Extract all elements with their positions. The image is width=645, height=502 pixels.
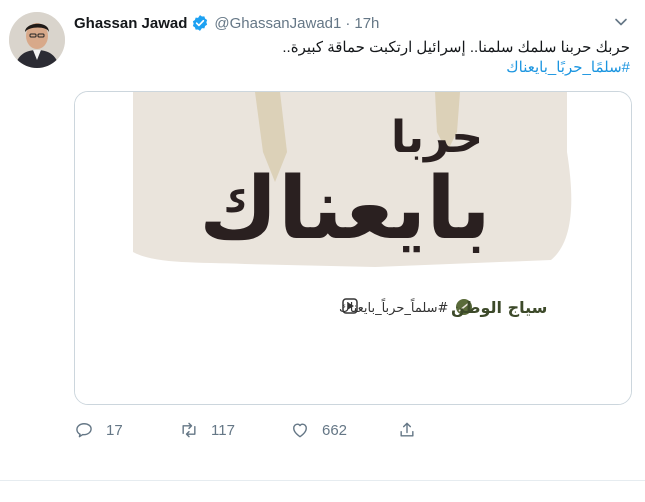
author-handle[interactable]: @GhassanJawad1 [214,15,341,32]
headline-small: حربا [391,112,483,163]
action-bar: 17 117 662 [74,420,474,446]
tweet-text-line: حربك حربنا سلمك سلمنا.. إسرائيل ارتكبت ح… [282,39,630,56]
tweet[interactable]: Ghassan Jawad @GhassanJawad1 · 17h حربك … [0,0,645,480]
tweet-divider [0,480,645,481]
tweet-header: Ghassan Jawad @GhassanJawad1 · 17h [74,12,379,34]
retweet-button[interactable]: 117 [179,420,235,440]
reply-count: 17 [106,421,123,439]
separator-dot: · [345,14,351,32]
brand-hashtag: #سلماً_حرباً_بايعناك [339,298,448,316]
hashtag-link[interactable]: #سلمًا_حربًا_بايعناك [74,58,630,78]
media-card[interactable]: حربا بايعناك سياج الوطن #سلماً_حرباً_باي… [74,91,632,405]
tweet-timestamp[interactable]: 17h [354,15,379,32]
avatar[interactable] [9,12,65,68]
author-name[interactable]: Ghassan Jawad [74,15,187,32]
retweet-icon [182,422,196,438]
heart-icon [293,423,307,438]
verified-badge-icon [193,15,208,31]
like-count: 662 [322,421,348,439]
reply-button[interactable]: 17 [74,420,123,440]
chevron-down-icon[interactable] [613,14,629,30]
media-image: حربا بايعناك سياج الوطن #سلماً_حرباً_باي… [75,92,631,404]
retweet-count: 117 [211,421,235,439]
share-icon [400,422,414,437]
tweet-text: حربك حربنا سلمك سلمنا.. إسرائيل ارتكبت ح… [74,38,630,78]
share-button[interactable] [397,420,417,440]
avatar-photo [9,12,65,68]
headline-big: بايعناك [199,159,491,259]
brand-name: سياج الوطن [451,298,547,317]
like-button[interactable]: 662 [290,420,347,440]
reply-icon [76,423,92,438]
